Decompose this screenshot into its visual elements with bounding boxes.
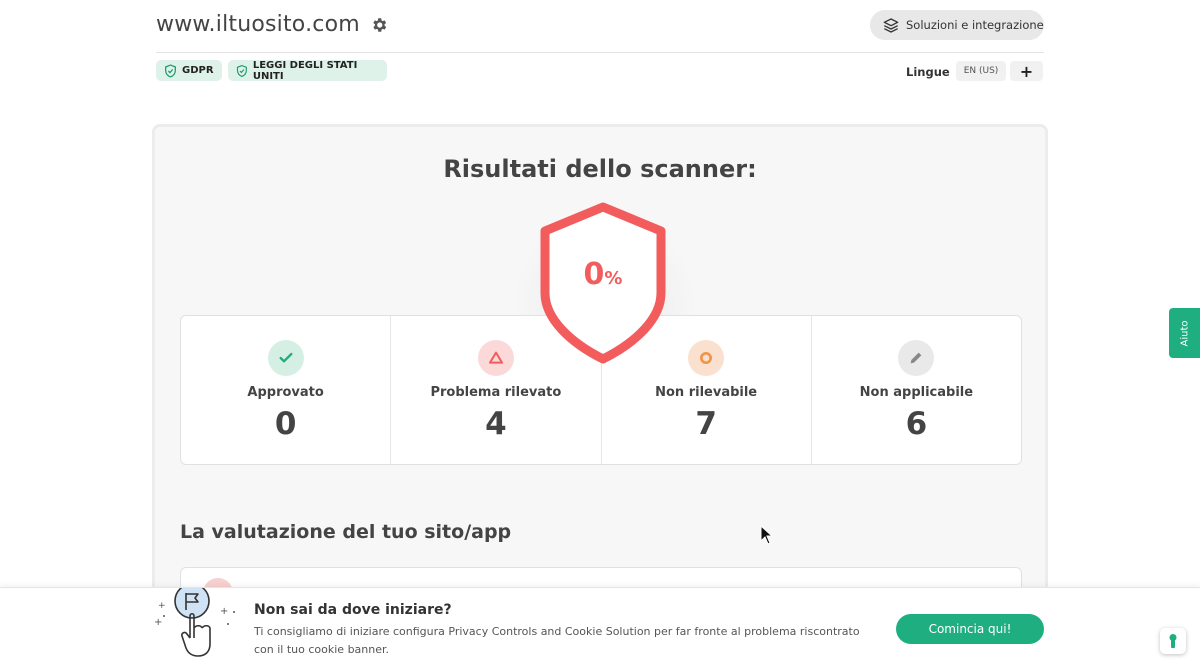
shield-check-icon [236, 64, 247, 77]
stat-not-applicable[interactable]: Non applicabile 6 [812, 316, 1021, 464]
stat-approved[interactable]: Approvato 0 [181, 316, 392, 464]
svg-text:+: + [154, 617, 162, 628]
layers-icon [883, 18, 899, 33]
help-tab[interactable]: Aiuto [1169, 308, 1200, 358]
warning-triangle-icon [477, 340, 514, 376]
help-tab-label: Aiuto [1179, 320, 1190, 346]
start-here-button[interactable]: Comincia qui! [896, 614, 1044, 644]
stat-label: Problema rilevato [430, 385, 562, 400]
add-language-button[interactable]: + [1010, 61, 1043, 81]
score-value: 0 [583, 257, 605, 292]
law-tag-label: GDPR [182, 65, 214, 76]
stat-value: 7 [695, 406, 717, 442]
score-unit: % [604, 268, 623, 289]
law-tag-us[interactable]: LEGGI DEGLI STATI UNITI [228, 59, 387, 82]
law-tag-gdpr[interactable]: GDPR [156, 60, 222, 81]
page: www.iltuosito.com Soluzioni e integrazio… [0, 0, 1200, 668]
stat-value: 0 [274, 406, 297, 442]
stat-value: 6 [905, 406, 928, 442]
solutions-button[interactable]: Soluzioni e integrazione [870, 10, 1044, 40]
languages-label: Lingue [906, 65, 950, 79]
banner-title: Non sai da dove iniziare? [254, 602, 452, 618]
stat-label: Non rilevabile [655, 385, 758, 400]
solutions-label: Soluzioni e integrazione [906, 18, 1044, 32]
language-chip-en-us[interactable]: EN (US) [956, 61, 1006, 81]
stat-label: Approvato [247, 385, 324, 400]
check-icon [267, 340, 304, 376]
header-divider [156, 52, 1044, 53]
stat-label: Non applicabile [859, 385, 974, 400]
circle-icon [688, 340, 725, 376]
scanner-title: Risultati dello scanner: [443, 155, 757, 183]
banner-text: Ti consigliamo di iniziare configura Pri… [254, 625, 860, 656]
svg-text:+: + [158, 601, 166, 611]
pencil-icon [898, 340, 935, 376]
site-title: www.iltuosito.com [156, 12, 388, 37]
tap-flag-icon: + + + [154, 588, 235, 657]
law-tag-label: LEGGI DEGLI STATI UNITI [252, 59, 358, 82]
gear-icon[interactable] [370, 16, 388, 34]
shield-check-icon [165, 63, 176, 78]
svg-text:+: + [220, 606, 228, 617]
site-url: www.iltuosito.com [156, 12, 360, 37]
evaluation-title: La valutazione del tuo sito/app [180, 521, 512, 543]
getting-started-banner: + + + Non sai da dove iniziare? Ti consi… [0, 587, 1200, 668]
stat-value: 4 [485, 406, 507, 442]
compliance-score: 0% [533, 257, 673, 292]
keyhole-icon [1169, 634, 1177, 648]
mouse-cursor-icon [760, 525, 774, 545]
privacy-widget-button[interactable] [1160, 628, 1186, 654]
